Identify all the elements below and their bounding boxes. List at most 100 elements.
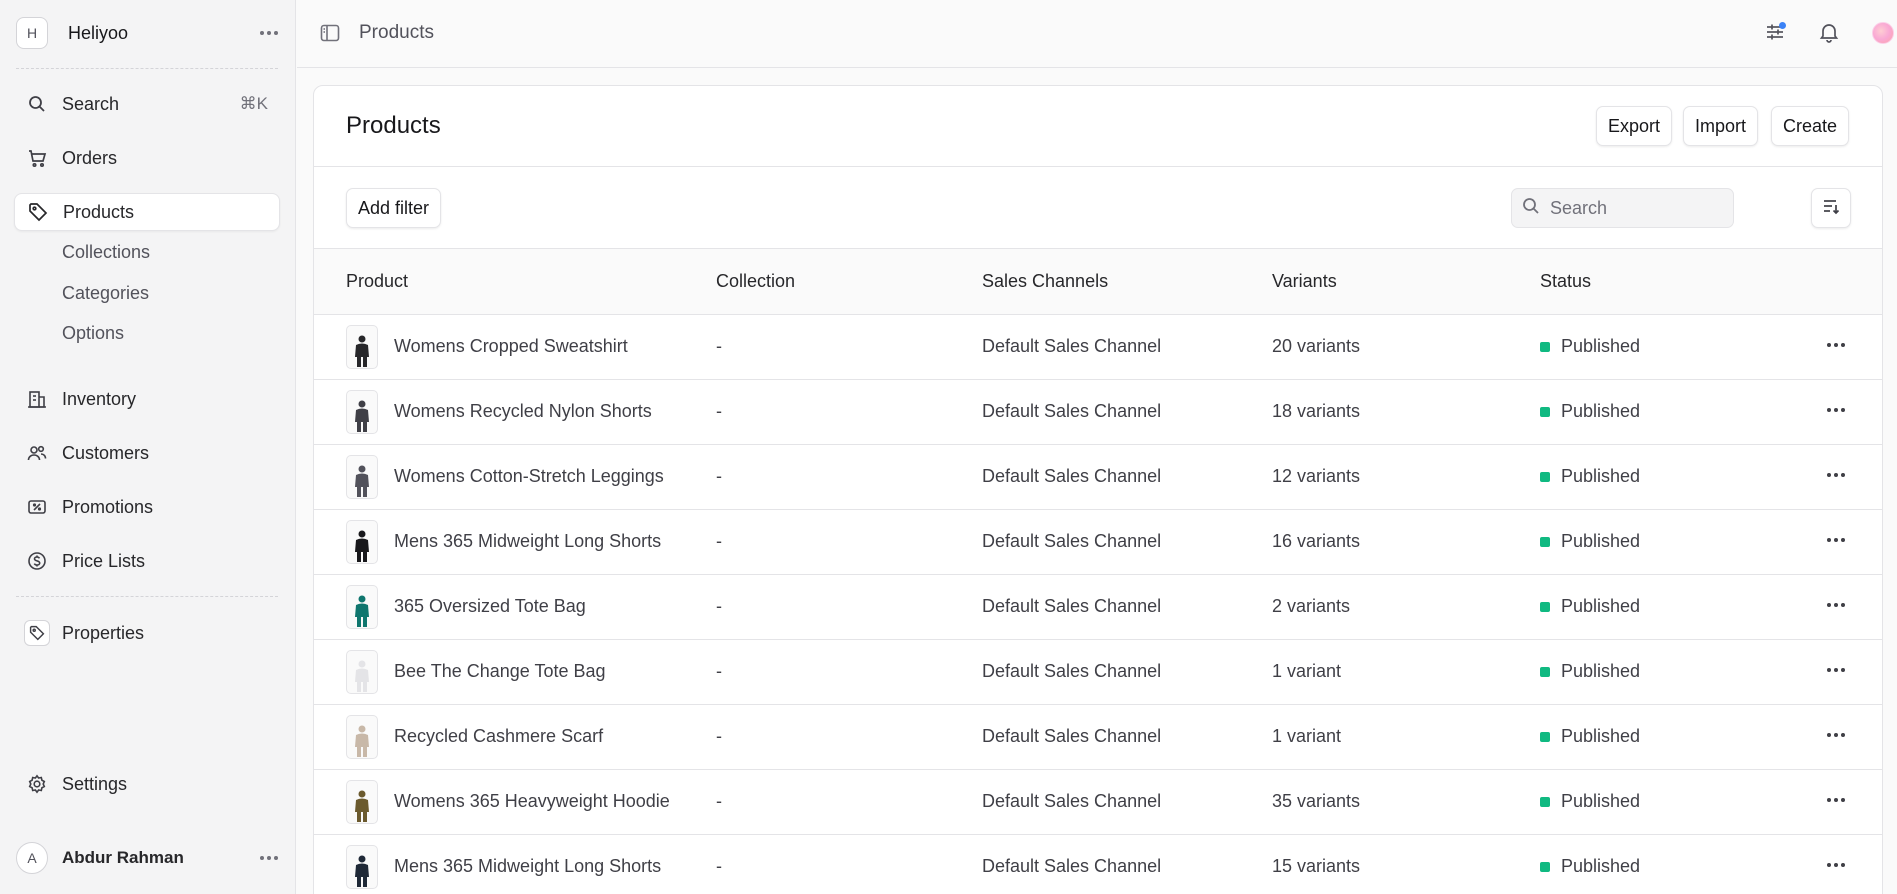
column-header-status[interactable]: Status — [1540, 271, 1591, 292]
user-menu[interactable]: A Abdur Rahman — [16, 840, 284, 876]
product-thumbnail — [346, 715, 378, 759]
row-actions-icon[interactable] — [1823, 469, 1849, 481]
product-thumbnail — [346, 585, 378, 629]
variants-cell: 16 variants — [1272, 531, 1361, 551]
search-shortcut: ⌘K — [239, 94, 268, 113]
breadcrumb[interactable]: Products — [359, 22, 434, 44]
sidebar-toggle-icon[interactable] — [319, 22, 341, 49]
column-header-sales-channels[interactable]: Sales Channels — [982, 271, 1108, 292]
sidebar-item-inventory[interactable]: Inventory — [14, 380, 280, 418]
table-row[interactable]: Womens Cotton-Stretch Leggings - Default… — [314, 445, 1882, 510]
sales-channel-cell: Default Sales Channel — [982, 856, 1162, 876]
variants-cell: 15 variants — [1272, 856, 1361, 876]
status-indicator — [1540, 861, 1550, 872]
sidebar-item-products[interactable]: Products — [14, 193, 280, 231]
status-indicator — [1540, 406, 1550, 417]
export-button[interactable]: Export — [1596, 106, 1673, 146]
sidebar-item-label: Properties — [62, 622, 145, 643]
store-menu-icon[interactable] — [254, 25, 284, 41]
row-actions-icon[interactable] — [1823, 339, 1849, 351]
variants-cell: 18 variants — [1272, 401, 1361, 421]
status-label: Published — [1561, 856, 1641, 876]
collection-cell: - — [716, 466, 722, 486]
product-name: Mens 365 Midweight Long Shorts — [394, 531, 662, 551]
import-button[interactable]: Import — [1683, 106, 1759, 146]
search-icon — [1522, 197, 1540, 220]
row-actions-icon[interactable] — [1823, 664, 1849, 676]
sidebar-subitem-collections[interactable]: Collections — [62, 242, 150, 263]
row-actions-icon[interactable] — [1823, 599, 1849, 611]
product-thumbnail — [346, 650, 378, 694]
status-indicator — [1540, 341, 1550, 352]
product-name: Womens Cotton-Stretch Leggings — [394, 466, 664, 486]
row-actions-icon[interactable] — [1823, 859, 1849, 871]
divider — [16, 68, 278, 69]
bell-icon[interactable] — [1818, 21, 1840, 48]
row-actions-icon[interactable] — [1823, 729, 1849, 741]
create-button[interactable]: Create — [1771, 106, 1850, 146]
status-badge: Published — [1540, 531, 1640, 552]
sales-channel-cell: Default Sales Channel — [982, 336, 1162, 356]
divider — [16, 596, 278, 597]
user-menu-icon[interactable] — [254, 850, 284, 866]
row-actions-icon[interactable] — [1823, 794, 1849, 806]
status-indicator — [1540, 796, 1550, 807]
table-row[interactable]: Womens Recycled Nylon Shorts - Default S… — [314, 380, 1882, 445]
table-body: Womens Cropped Sweatshirt - Default Sale… — [314, 315, 1882, 894]
sidebar-item-settings[interactable]: Settings — [14, 765, 280, 803]
table-row[interactable]: Recycled Cashmere Scarf - Default Sales … — [314, 705, 1882, 770]
sidebar-item-promotions[interactable]: Promotions — [14, 488, 280, 526]
sidebar-item-orders[interactable]: Orders — [14, 139, 280, 177]
sidebar-item-properties[interactable]: Properties — [14, 614, 280, 652]
product-thumbnail — [346, 390, 378, 434]
column-header-product[interactable]: Product — [346, 271, 408, 292]
sidebar: H Heliyoo Search ⌘K Orders Products Coll… — [0, 0, 296, 894]
add-filter-button[interactable]: Add filter — [346, 188, 442, 228]
sidebar-subitem-options[interactable]: Options — [62, 323, 124, 344]
sidebar-item-price-lists[interactable]: Price Lists — [14, 542, 280, 580]
store-switcher[interactable]: H Heliyoo — [16, 15, 284, 51]
sales-channel-cell: Default Sales Channel — [982, 791, 1162, 811]
column-header-variants[interactable]: Variants — [1272, 271, 1337, 292]
product-name: Bee The Change Tote Bag — [394, 661, 606, 681]
table-row[interactable]: Womens Cropped Sweatshirt - Default Sale… — [314, 315, 1882, 380]
row-actions-icon[interactable] — [1823, 534, 1849, 546]
sort-button[interactable] — [1811, 188, 1851, 228]
notification-dot — [1779, 22, 1786, 29]
table-row[interactable]: Mens 365 Midweight Long Shorts - Default… — [314, 835, 1882, 894]
search-field[interactable] — [1511, 188, 1734, 228]
sales-channel-cell: Default Sales Channel — [982, 596, 1162, 616]
card-header: Products Export Import Create — [314, 86, 1882, 167]
table-row[interactable]: Mens 365 Midweight Long Shorts - Default… — [314, 510, 1882, 575]
status-label: Published — [1561, 401, 1641, 421]
receipt-percent-icon — [26, 496, 48, 518]
table-row[interactable]: Bee The Change Tote Bag - Default Sales … — [314, 640, 1882, 705]
user-name: Abdur Rahman — [62, 848, 184, 867]
table-row[interactable]: 365 Oversized Tote Bag - Default Sales C… — [314, 575, 1882, 640]
collection-cell: - — [716, 726, 722, 746]
collection-cell: - — [716, 856, 722, 876]
status-label: Published — [1561, 661, 1641, 681]
sidebar-item-customers[interactable]: Customers — [14, 434, 280, 472]
search-input[interactable] — [1550, 197, 1720, 219]
row-actions-icon[interactable] — [1823, 404, 1849, 416]
status-badge: Published — [1540, 791, 1640, 812]
sales-channel-cell: Default Sales Channel — [982, 661, 1162, 681]
sidebar-item-label: Orders — [62, 147, 118, 168]
variants-cell: 1 variant — [1272, 661, 1342, 681]
status-badge: Published — [1540, 596, 1640, 617]
product-figure-icon — [355, 530, 369, 562]
sort-icon — [1821, 196, 1841, 221]
column-header-collection[interactable]: Collection — [716, 271, 795, 292]
table-row[interactable]: Womens 365 Heavyweight Hoodie - Default … — [314, 770, 1882, 835]
collection-cell: - — [716, 336, 722, 356]
user-avatar[interactable] — [1872, 22, 1894, 44]
collection-cell: - — [716, 791, 722, 811]
product-name: Recycled Cashmere Scarf — [394, 726, 604, 746]
sidebar-item-label: Search — [62, 93, 120, 114]
building-icon — [26, 388, 48, 410]
sidebar-subitem-categories[interactable]: Categories — [62, 283, 149, 304]
sidebar-item-search[interactable]: Search ⌘K — [14, 85, 280, 123]
product-name: Womens 365 Heavyweight Hoodie — [394, 791, 670, 811]
product-figure-icon — [355, 790, 369, 822]
